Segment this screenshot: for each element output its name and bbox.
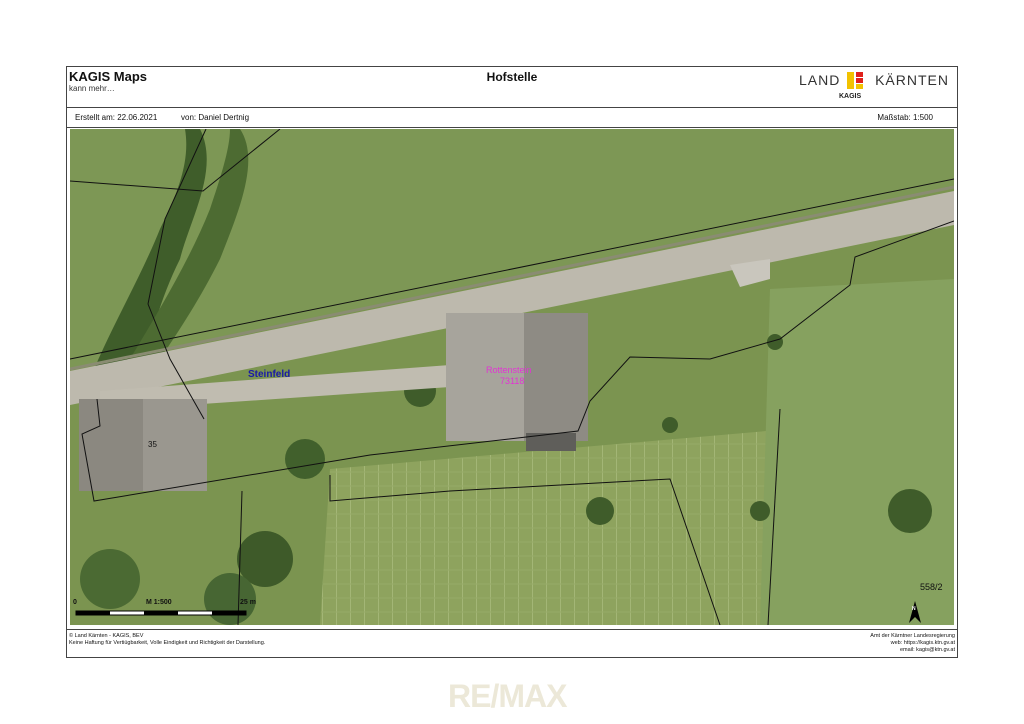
right-meadow xyxy=(760,279,954,625)
copyright: © Land Kärnten - KAGIS, BEV xyxy=(69,633,144,639)
place-label: Steinfeld xyxy=(248,369,291,380)
building-number-label: 73118 xyxy=(500,376,525,386)
scalebar xyxy=(75,610,247,616)
scale-text: Maßstab: 1:500 xyxy=(877,113,933,122)
web-link[interactable]: web: https://kagis.ktn.gv.at xyxy=(870,640,955,647)
north-label: N xyxy=(912,606,916,612)
map-sheet: KAGIS Maps kann mehr… Hofstelle LAND KÄR… xyxy=(66,66,958,658)
tree xyxy=(750,501,770,521)
tree xyxy=(888,489,932,533)
tree xyxy=(662,417,678,433)
email-link[interactable]: email: kagis@ktn.gv.at xyxy=(870,647,955,654)
app-subtitle: kann mehr… xyxy=(69,84,115,93)
building-rottenstein-roof xyxy=(524,313,588,441)
logo-word-land: LAND xyxy=(799,72,841,88)
house-number-label: 35 xyxy=(148,440,157,449)
parcel-number-label: 558/2 xyxy=(920,582,943,592)
office: Amt der Kärntner Landesregierung xyxy=(870,633,955,639)
scalebar-start-label: 0 xyxy=(73,599,77,606)
building-name-label: Rottenstein xyxy=(486,365,532,375)
disclaimer: Keine Haftung für Vertiügbarkeit, Volle … xyxy=(69,640,266,646)
land-kaernten-logo: LAND KÄRNTEN KAGIS xyxy=(799,72,949,104)
footer-left: © Land Kärnten - KAGIS, BEV Keine Haftun… xyxy=(69,633,265,647)
kaernten-flag-icon xyxy=(847,72,863,89)
footer: © Land Kärnten - KAGIS, BEV Keine Haftun… xyxy=(67,629,957,660)
remax-watermark: RE/MAX xyxy=(448,678,567,714)
aerial-map[interactable]: Steinfeld Rottenstein 73118 35 558/2 0 M… xyxy=(70,129,954,625)
house-35-roof xyxy=(79,399,143,491)
tree xyxy=(285,439,325,479)
tree xyxy=(586,497,614,525)
scalebar-middle-label: M 1:500 xyxy=(146,599,172,606)
author: von: Daniel Dertnig xyxy=(181,113,250,122)
meta-row: Erstellt am: 22.06.2021 von: Daniel Dert… xyxy=(67,107,957,128)
scalebar-end-label: 25 m xyxy=(240,599,256,606)
created-date: Erstellt am: 22.06.2021 xyxy=(75,113,158,122)
tree-cluster xyxy=(80,549,140,609)
logo-word-kaernten: KÄRNTEN xyxy=(875,72,949,88)
header: KAGIS Maps kann mehr… Hofstelle LAND KÄR… xyxy=(67,67,957,108)
logo-sub: KAGIS xyxy=(839,93,862,100)
footer-right: Amt der Kärntner Landesregierung web: ht… xyxy=(870,633,955,654)
